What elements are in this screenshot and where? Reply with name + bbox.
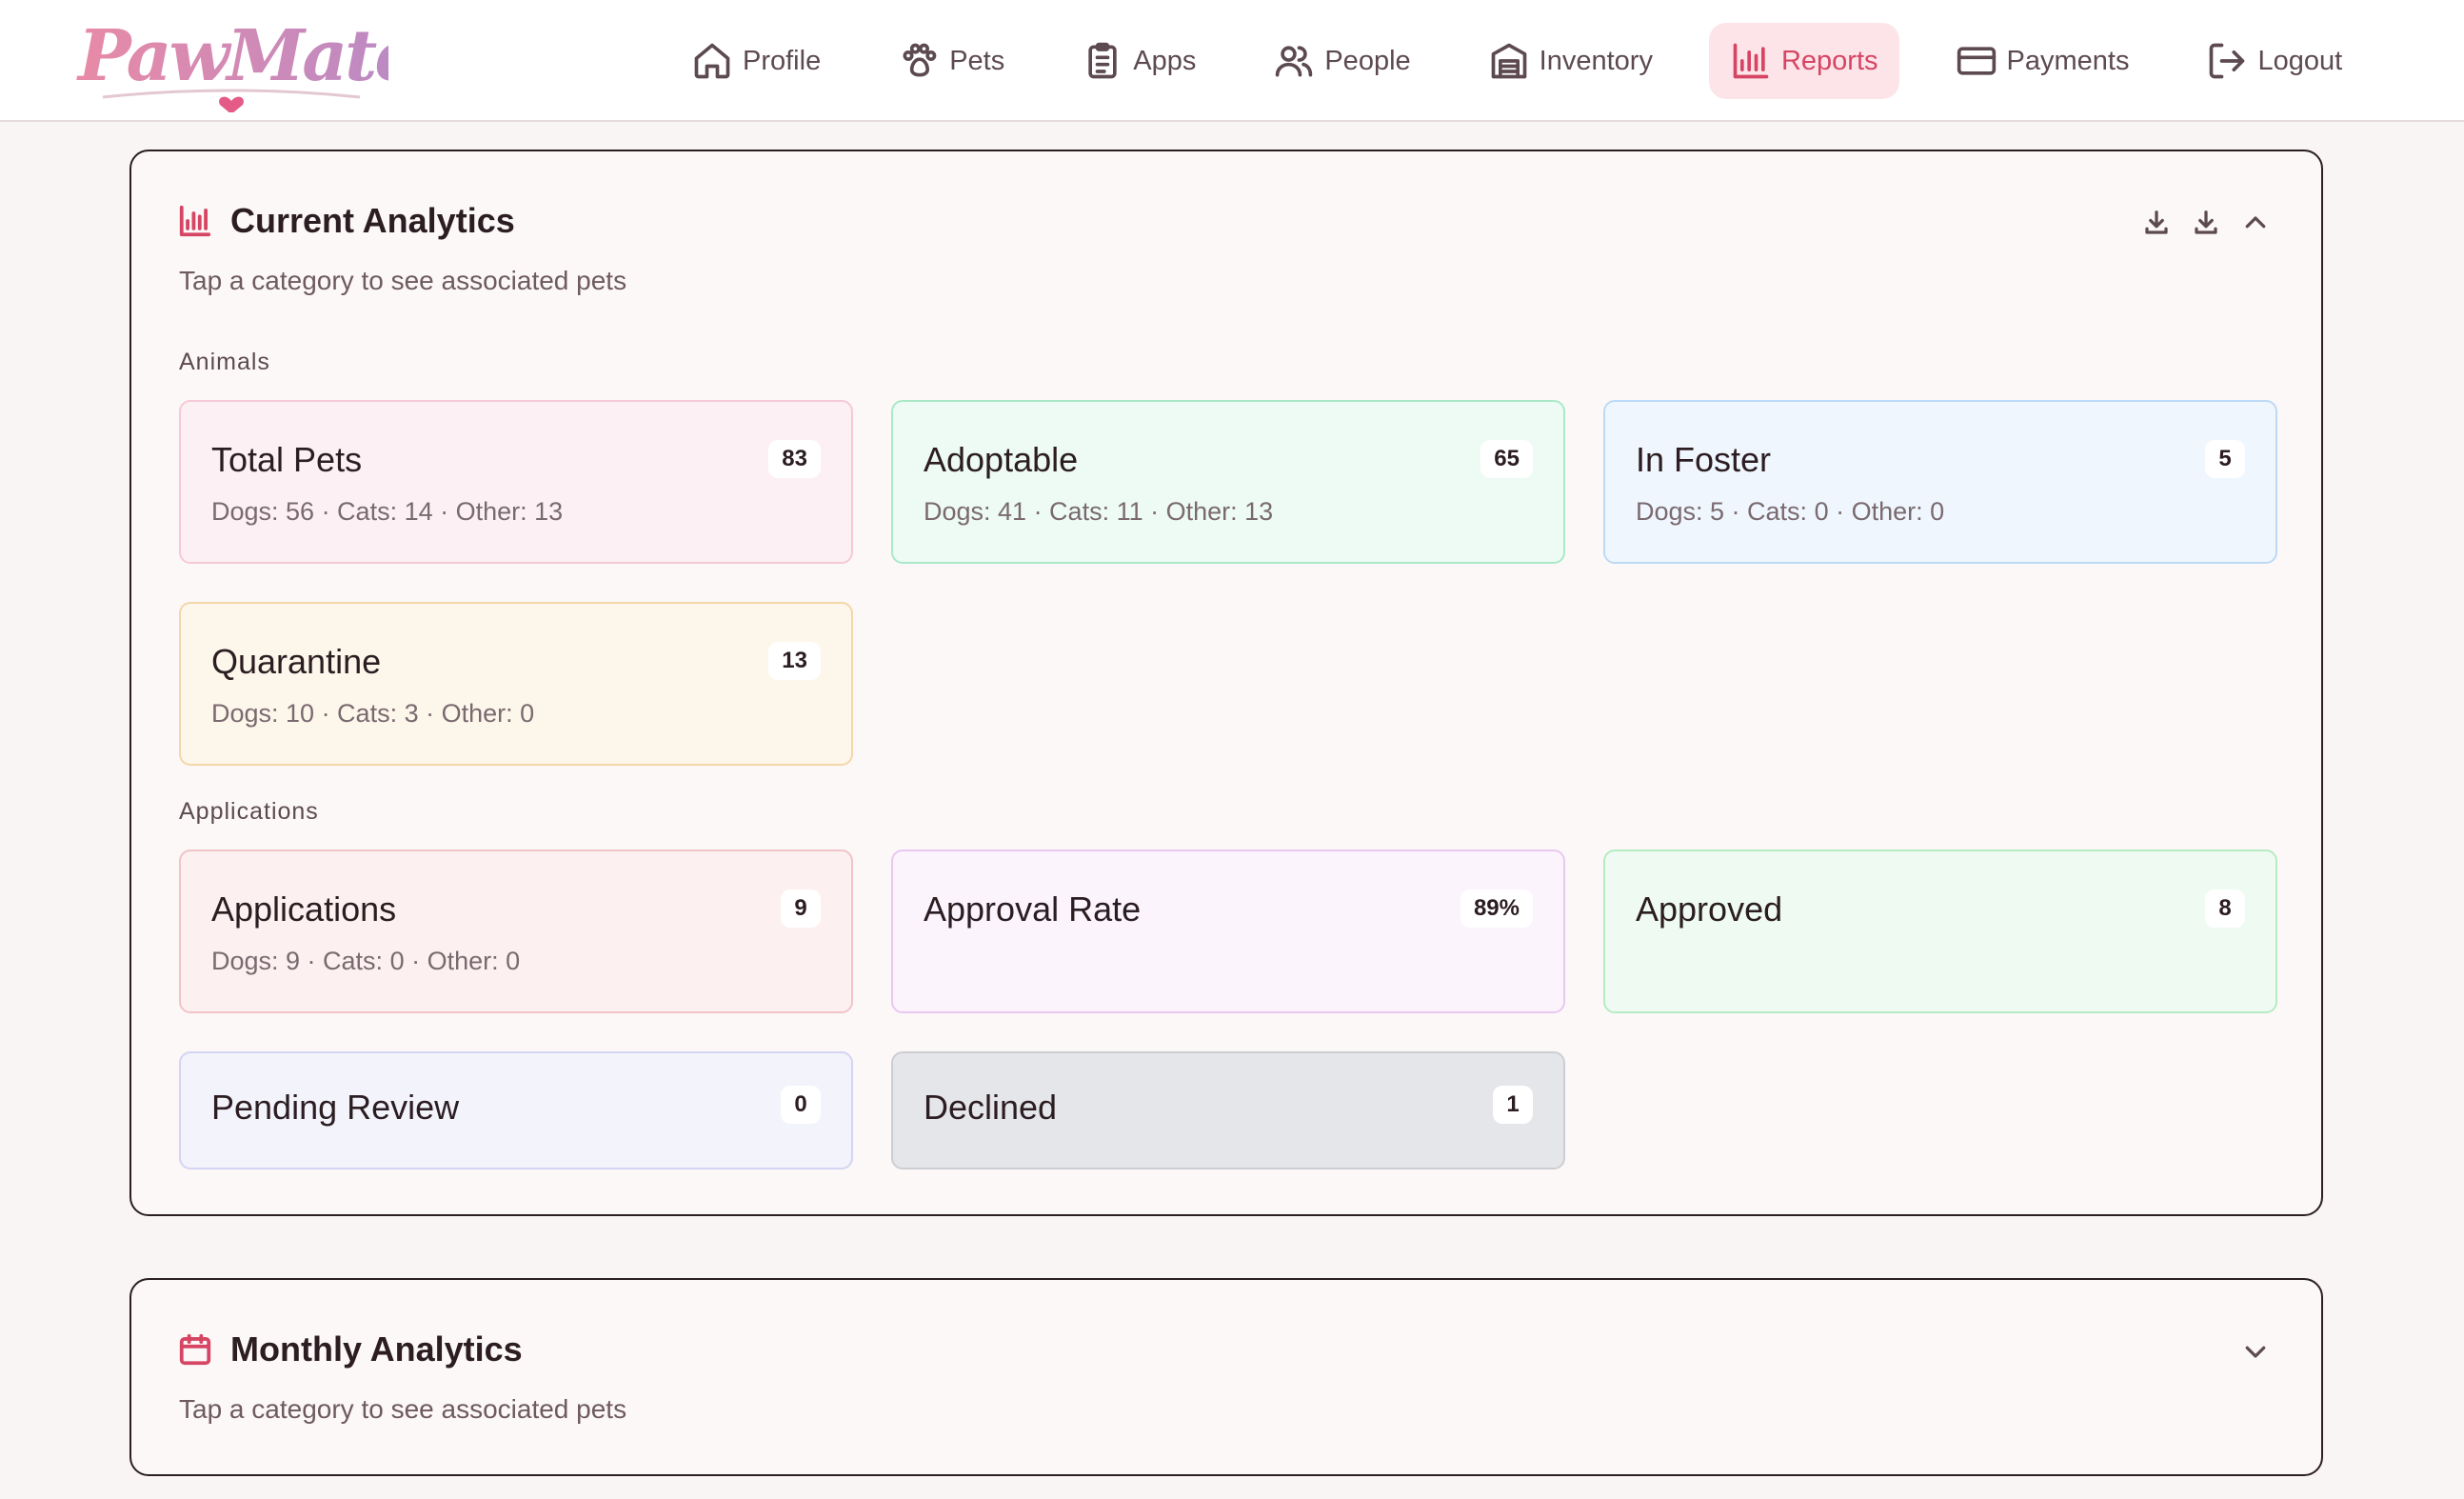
download-icon[interactable] bbox=[2192, 209, 2220, 237]
card-title: Approval Rate bbox=[924, 889, 1142, 929]
card-title: Quarantine bbox=[211, 642, 382, 681]
card-title: Declined bbox=[924, 1088, 1058, 1127]
current-analytics-panel: Current Analytics Tap a category to see … bbox=[129, 150, 2323, 1216]
section-label-applications: Applications bbox=[179, 798, 319, 825]
bar-chart-icon bbox=[179, 205, 211, 237]
card-adoptable[interactable]: Adoptable 65 Dogs: 41 · Cats: 11 · Other… bbox=[891, 400, 1565, 564]
chevron-up-icon[interactable] bbox=[2241, 209, 2270, 237]
calendar-icon bbox=[179, 1333, 211, 1366]
nav-logout[interactable]: Logout bbox=[2185, 23, 2363, 99]
nav-people-label: People bbox=[1324, 45, 1411, 76]
card-quarantine[interactable]: Quarantine 13 Dogs: 10 · Cats: 3 · Other… bbox=[179, 602, 853, 766]
monthly-analytics-panel: Monthly Analytics Tap a category to see … bbox=[129, 1278, 2323, 1476]
current-analytics-title: Current Analytics bbox=[230, 201, 515, 240]
card-breakdown: Dogs: 5 · Cats: 0 · Other: 0 bbox=[1636, 497, 1945, 526]
monthly-analytics-title: Monthly Analytics bbox=[230, 1329, 523, 1369]
card-title: In Foster bbox=[1636, 440, 1772, 479]
panel-tools bbox=[2241, 1337, 2270, 1366]
card-approval-rate[interactable]: Approval Rate 89% bbox=[891, 849, 1565, 1013]
card-title: Applications bbox=[211, 889, 397, 929]
section-label-animals: Animals bbox=[179, 349, 270, 375]
count-badge: 1 bbox=[1493, 1086, 1533, 1124]
download-icon[interactable] bbox=[2142, 209, 2171, 237]
nav-inventory[interactable]: Inventory bbox=[1467, 23, 1674, 99]
nav-apps-label: Apps bbox=[1133, 45, 1197, 76]
nav-pets[interactable]: Pets bbox=[877, 23, 1025, 99]
bar-chart-icon bbox=[1733, 43, 1769, 79]
current-analytics-subtitle: Tap a category to see associated pets bbox=[179, 266, 627, 295]
logout-icon bbox=[2210, 43, 2245, 79]
count-badge: 8 bbox=[2205, 889, 2245, 928]
nav-payments[interactable]: Payments bbox=[1935, 23, 2151, 99]
nav-profile[interactable]: Profile bbox=[670, 23, 842, 99]
card-title: Approved bbox=[1636, 889, 1783, 929]
nav-inventory-label: Inventory bbox=[1539, 45, 1653, 76]
paw-icon bbox=[903, 43, 937, 77]
warehouse-icon bbox=[1491, 43, 1526, 79]
card-approved[interactable]: Approved 8 bbox=[1603, 849, 2277, 1013]
count-badge: 89% bbox=[1460, 889, 1533, 928]
nav-apps[interactable]: Apps bbox=[1061, 23, 1217, 99]
monthly-analytics-subtitle: Tap a category to see associated pets bbox=[179, 1394, 627, 1424]
credit-card-icon bbox=[1957, 47, 1996, 75]
count-badge: 9 bbox=[781, 889, 821, 928]
card-applications[interactable]: Applications 9 Dogs: 9 · Cats: 0 · Other… bbox=[179, 849, 853, 1013]
nav-reports-label: Reports bbox=[1780, 45, 1878, 76]
card-in-foster[interactable]: In Foster 5 Dogs: 5 · Cats: 0 · Other: 0 bbox=[1603, 400, 2277, 564]
card-breakdown: Dogs: 41 · Cats: 11 · Other: 13 bbox=[924, 497, 1274, 526]
nav-reports[interactable]: Reports bbox=[1708, 23, 1899, 99]
nav-people[interactable]: People bbox=[1252, 23, 1431, 99]
count-badge: 65 bbox=[1480, 440, 1533, 478]
nav-pets-label: Pets bbox=[949, 45, 1005, 76]
main-nav: Profile Pets Apps People Inventory Repor… bbox=[670, 23, 2363, 99]
monthly-analytics-header: Monthly Analytics bbox=[177, 1329, 523, 1369]
chevron-down-icon[interactable] bbox=[2241, 1337, 2270, 1366]
card-title: Total Pets bbox=[211, 440, 363, 479]
nav-logout-label: Logout bbox=[2257, 45, 2343, 76]
card-breakdown: Dogs: 9 · Cats: 0 · Other: 0 bbox=[211, 947, 521, 975]
count-badge: 13 bbox=[768, 642, 821, 680]
card-total-pets[interactable]: Total Pets 83 Dogs: 56 · Cats: 14 · Othe… bbox=[179, 400, 853, 564]
count-badge: 0 bbox=[781, 1086, 821, 1124]
card-declined[interactable]: Declined 1 bbox=[891, 1051, 1565, 1169]
svg-text:PawMates: PawMates bbox=[76, 15, 388, 97]
top-nav-bar: PawMates Profile Pets Apps People Invent… bbox=[0, 0, 2464, 122]
card-breakdown: Dogs: 56 · Cats: 14 · Other: 13 bbox=[211, 497, 564, 526]
nav-payments-label: Payments bbox=[2006, 45, 2130, 76]
home-icon bbox=[694, 43, 730, 79]
nav-profile-label: Profile bbox=[743, 45, 822, 76]
panel-tools bbox=[2142, 209, 2270, 237]
clipboard-icon bbox=[1088, 42, 1117, 79]
card-pending-review[interactable]: Pending Review 0 bbox=[179, 1051, 853, 1169]
card-title: Pending Review bbox=[211, 1088, 460, 1127]
card-breakdown: Dogs: 10 · Cats: 3 · Other: 0 bbox=[211, 699, 535, 728]
count-badge: 5 bbox=[2205, 440, 2245, 478]
users-icon bbox=[1276, 46, 1313, 77]
card-title: Adoptable bbox=[924, 440, 1079, 479]
count-badge: 83 bbox=[768, 440, 821, 478]
pawmates-logo[interactable]: PawMates bbox=[74, 6, 388, 112]
current-analytics-header: Current Analytics bbox=[177, 201, 515, 241]
